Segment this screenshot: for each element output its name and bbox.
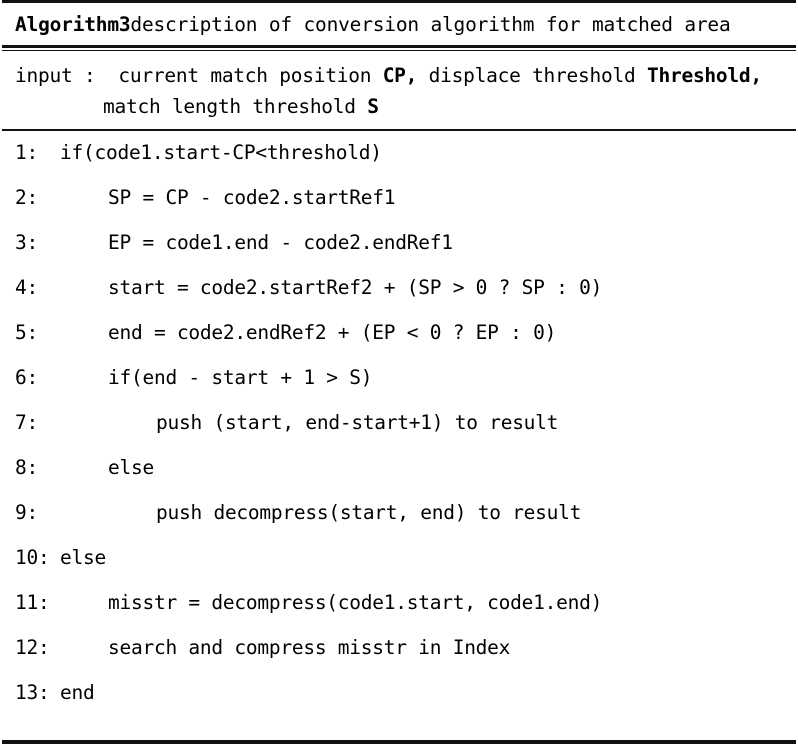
input-section: input : current match position CP, displ…	[0, 51, 798, 129]
algorithm-block: Algorithm3 description of conversion alg…	[0, 0, 798, 747]
code-line: 11: misstr = decompress(code1.start, code…	[0, 591, 798, 636]
code-line-number: 1:	[15, 141, 38, 164]
code-line-text: misstr = decompress(code1.start, code1.e…	[108, 591, 603, 614]
code-line: 4: start = code2.startRef2 + (SP > 0 ? SP…	[0, 276, 798, 321]
code-line-number: 5:	[15, 321, 38, 344]
code-line-text: end	[60, 681, 95, 704]
input-line-1: input : current match position CP, displ…	[15, 60, 798, 91]
code-line: 9: push decompress(start, end) to result	[0, 501, 798, 546]
input-param-threshold: Threshold,	[646, 64, 762, 87]
algorithm-keyword: Algorithm3	[15, 12, 131, 36]
input-line-2-pre: match length threshold	[103, 95, 368, 118]
code-line-number: 9:	[15, 501, 38, 524]
code-line: 12: search and compress misstr in Index	[0, 636, 798, 681]
code-line-number: 8:	[15, 456, 38, 479]
code-line-text: if(code1.start-CP<threshold)	[60, 141, 382, 164]
code-line-number: 13:	[15, 681, 50, 704]
code-line-text: EP = code1.end - code2.endRef1	[108, 231, 453, 254]
code-line: 13: end	[0, 681, 798, 726]
code-line: 6: if(end - start + 1 > S)	[0, 366, 798, 411]
code-line-text: push decompress(start, end) to result	[156, 501, 582, 524]
input-param-s: S	[367, 95, 379, 118]
input-line-1-mid: displace threshold	[417, 64, 647, 87]
code-line-number: 12:	[15, 636, 50, 659]
code-line-number: 10:	[15, 546, 50, 569]
algorithm-description: description of conversion algorithm for …	[130, 12, 731, 36]
code-line-text: start = code2.startRef2 + (SP > 0 ? SP :…	[108, 276, 603, 299]
code-line-number: 6:	[15, 366, 38, 389]
input-line-2: match length threshold S	[15, 91, 798, 122]
code-line-number: 11:	[15, 591, 50, 614]
code-line-text: else	[108, 456, 154, 479]
code-line-text: SP = CP - code2.startRef1	[108, 186, 396, 209]
code-line-text: push (start, end-start+1) to result	[156, 411, 559, 434]
code-line: 8: else	[0, 456, 798, 501]
code-line-text: else	[60, 546, 106, 569]
code-line-number: 7:	[15, 411, 38, 434]
code-line-number: 3:	[15, 231, 38, 254]
bottom-rule	[2, 740, 796, 744]
input-param-cp: CP,	[382, 64, 418, 87]
code-line: 2: SP = CP - code2.startRef1	[0, 186, 798, 231]
input-line-1-pre: input : current match position	[15, 64, 383, 87]
code-line: 10: else	[0, 546, 798, 591]
code-line: 3: EP = code1.end - code2.endRef1	[0, 231, 798, 276]
code-line-text: end = code2.endRef2 + (EP < 0 ? EP : 0)	[108, 321, 557, 344]
code-line-number: 2:	[15, 186, 38, 209]
code-line-text: if(end - start + 1 > S)	[108, 366, 373, 389]
code-line: 5: end = code2.endRef2 + (EP < 0 ? EP : 0…	[0, 321, 798, 366]
code-line-text: search and compress misstr in Index	[108, 636, 511, 659]
code-line-number: 4:	[15, 276, 38, 299]
algorithm-title: Algorithm3 description of conversion alg…	[0, 3, 798, 45]
algorithm-body: 1: if(code1.start-CP<threshold) 2: SP = CP …	[0, 131, 798, 726]
code-line: 1: if(code1.start-CP<threshold)	[0, 141, 798, 186]
code-line: 7: push (start, end-start+1) to result	[0, 411, 798, 456]
